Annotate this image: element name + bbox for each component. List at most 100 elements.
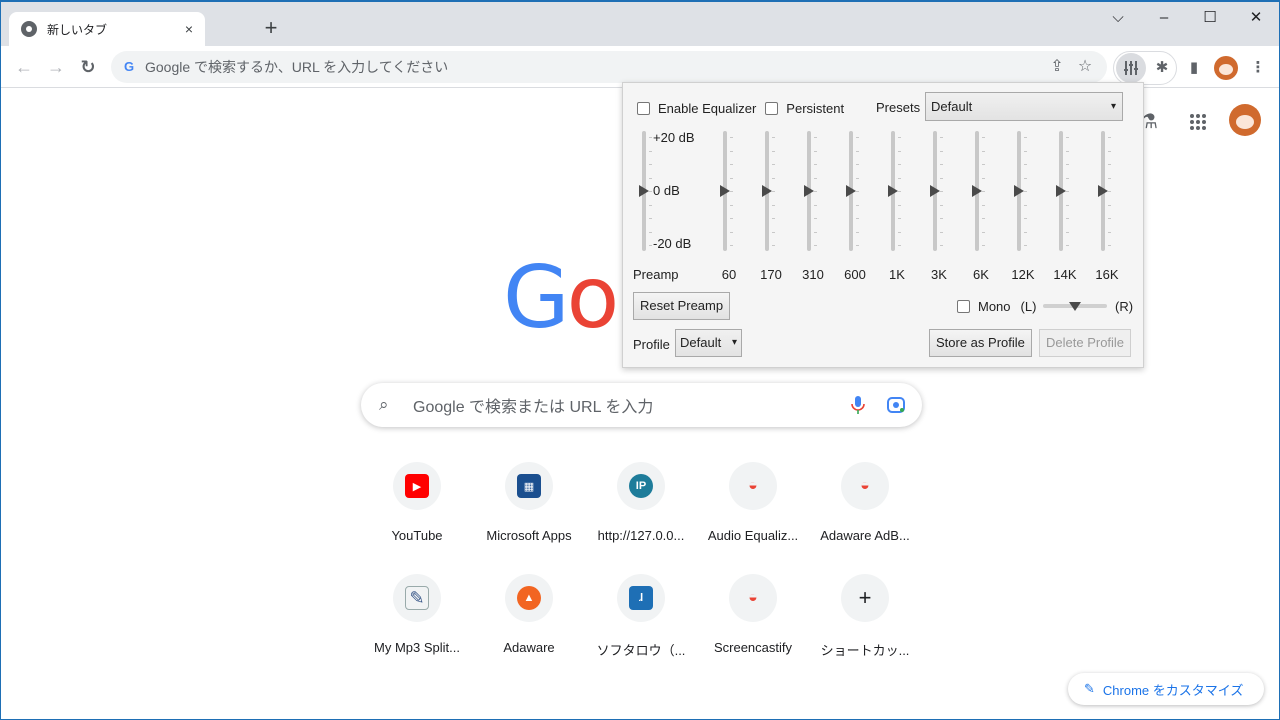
band-slider-60[interactable] (717, 131, 737, 251)
slider-tick (814, 191, 817, 192)
close-window-button[interactable]: ✕ (1233, 6, 1279, 34)
tab-new-tab[interactable]: 新しいタブ × (9, 12, 205, 46)
shortcut-tile[interactable]: IP http://127.0.0... (585, 460, 697, 556)
back-button[interactable]: ← (11, 54, 37, 80)
slider-tick (1108, 191, 1111, 192)
reset-preamp-button[interactable]: Reset Preamp (633, 292, 731, 320)
slider-tick (1024, 177, 1027, 179)
shortcut-tile[interactable]: ɺ ソフタロウ（... (585, 572, 697, 668)
mono-control: Mono (L) (957, 299, 1036, 314)
shortcut-label: Adaware AdB... (820, 528, 910, 543)
bookmark-star-icon[interactable]: ☆ (1071, 53, 1099, 81)
shortcut-tile[interactable]: ◒ Screencastify (697, 572, 809, 668)
shortcut-tile[interactable]: ▦ Microsoft Apps (473, 460, 585, 556)
shortcut-tile[interactable]: ▶ YouTube (361, 460, 473, 556)
forward-button[interactable]: → (43, 54, 69, 80)
equalizer-popup: Enable Equalizer Persistent Presets Defa… (622, 82, 1144, 368)
account-avatar-button[interactable] (1229, 104, 1261, 136)
band-slider-1k[interactable] (885, 131, 905, 251)
customize-chrome-button[interactable]: ✎ Chrome をカスタマイズ (1068, 673, 1264, 705)
slider-tick (940, 204, 943, 206)
shortcut-tile[interactable]: ▲ Adaware (473, 572, 585, 668)
slider-thumb[interactable] (639, 185, 649, 197)
tab-search-button[interactable]: ⌵ (1095, 6, 1141, 34)
slider-tick (982, 204, 985, 206)
side-panel-icon[interactable]: ▮ (1180, 54, 1208, 82)
shortcut-tile[interactable]: ◒ Adaware AdB... (809, 460, 921, 556)
chrome-webstore-icon: ◒ (748, 477, 758, 494)
balance-slider[interactable] (1043, 301, 1107, 313)
youtube-icon: ▶ (405, 474, 429, 498)
band-slider-3k[interactable] (927, 131, 947, 251)
shortcut-label: http://127.0.0... (597, 528, 685, 543)
slider-thumb[interactable] (1056, 185, 1066, 197)
shortcut-tile[interactable]: ◒ Audio Equaliz... (697, 460, 809, 556)
tab-title: 新しいタブ (47, 22, 108, 37)
band-slider-310[interactable] (801, 131, 821, 251)
slider-tick (814, 231, 817, 233)
slider-thumb[interactable] (762, 185, 772, 197)
shortcut-tile[interactable]: ✎ My Mp3 Split... (361, 572, 473, 668)
maximize-button[interactable]: ☐ (1187, 6, 1233, 34)
band-slider-14k[interactable] (1053, 131, 1073, 251)
slider-thumb[interactable] (804, 185, 814, 197)
minimize-button[interactable]: – (1141, 6, 1187, 34)
slider-tick (730, 150, 733, 152)
equalizer-options-row: Enable Equalizer Persistent (637, 99, 844, 117)
google-lens-icon[interactable] (884, 393, 908, 417)
slider-tick (730, 191, 733, 192)
band-label: 14K (1053, 267, 1077, 282)
slider-tick (856, 245, 859, 246)
tab-close-button[interactable]: × (179, 19, 199, 39)
enable-equalizer-checkbox[interactable] (637, 101, 650, 115)
shortcut-icon-circle: ɺ (617, 574, 665, 622)
google-g-icon: G (123, 59, 135, 74)
persistent-checkbox[interactable] (765, 101, 779, 115)
omnibox[interactable]: G Google で検索するか、URL を入力してください ⇪ ☆ (111, 51, 1107, 83)
equalizer-extension-button[interactable] (1116, 53, 1146, 83)
slider-tick (856, 204, 859, 206)
slider-tick (1108, 204, 1111, 206)
new-tab-button[interactable]: + (259, 17, 283, 41)
apps-grid-icon (1190, 114, 1206, 130)
extensions-puzzle-icon[interactable]: ✱ (1148, 54, 1176, 82)
slider-tick (1108, 245, 1111, 246)
reload-button[interactable]: ↻ (75, 54, 101, 80)
voice-search-icon[interactable] (846, 393, 870, 417)
band-slider-12k[interactable] (1011, 131, 1031, 251)
shortcut-icon-circle: ◒ (841, 462, 889, 510)
shortcut-label: ソフタロウ（... (596, 643, 686, 658)
google-apps-button[interactable] (1184, 108, 1212, 136)
search-placeholder: Google で検索または URL を入力 (413, 399, 654, 416)
delete-profile-button[interactable]: Delete Profile (1039, 329, 1132, 357)
presets-select[interactable]: Default ▾ (925, 92, 1123, 121)
shortcut-tile[interactable]: + ショートカッ... (809, 572, 921, 668)
slider-tick (649, 218, 652, 219)
chrome-webstore-icon: ◒ (748, 589, 758, 606)
slider-thumb[interactable] (930, 185, 940, 197)
mono-checkbox[interactable] (957, 300, 970, 313)
share-icon[interactable]: ⇪ (1043, 53, 1071, 81)
store-as-profile-button[interactable]: Store as Profile (929, 329, 1032, 357)
profile-select[interactable]: Default ▾ (675, 329, 742, 357)
band-slider-600[interactable] (843, 131, 863, 251)
slider-tick (898, 164, 901, 165)
slider-thumb[interactable] (846, 185, 856, 197)
profile-value: Default (680, 335, 722, 350)
profile-avatar-button[interactable] (1212, 54, 1240, 82)
chrome-menu-button[interactable]: ⋮ (1244, 54, 1272, 82)
band-slider-6k[interactable] (969, 131, 989, 251)
balance-thumb[interactable] (1069, 302, 1081, 311)
slider-thumb[interactable] (972, 185, 982, 197)
band-slider-170[interactable] (759, 131, 779, 251)
ntp-search-box[interactable]: ⌕ Google で検索または URL を入力 (361, 383, 922, 427)
slider-thumb[interactable] (720, 185, 730, 197)
search-icon: ⌕ (379, 395, 389, 414)
slider-thumb[interactable] (1014, 185, 1024, 197)
microsoft-store-icon: ▦ (517, 474, 541, 498)
slider-tick (898, 150, 901, 152)
slider-tick (1108, 218, 1111, 219)
slider-thumb[interactable] (1098, 185, 1108, 197)
band-slider-16k[interactable] (1095, 131, 1115, 251)
slider-thumb[interactable] (888, 185, 898, 197)
